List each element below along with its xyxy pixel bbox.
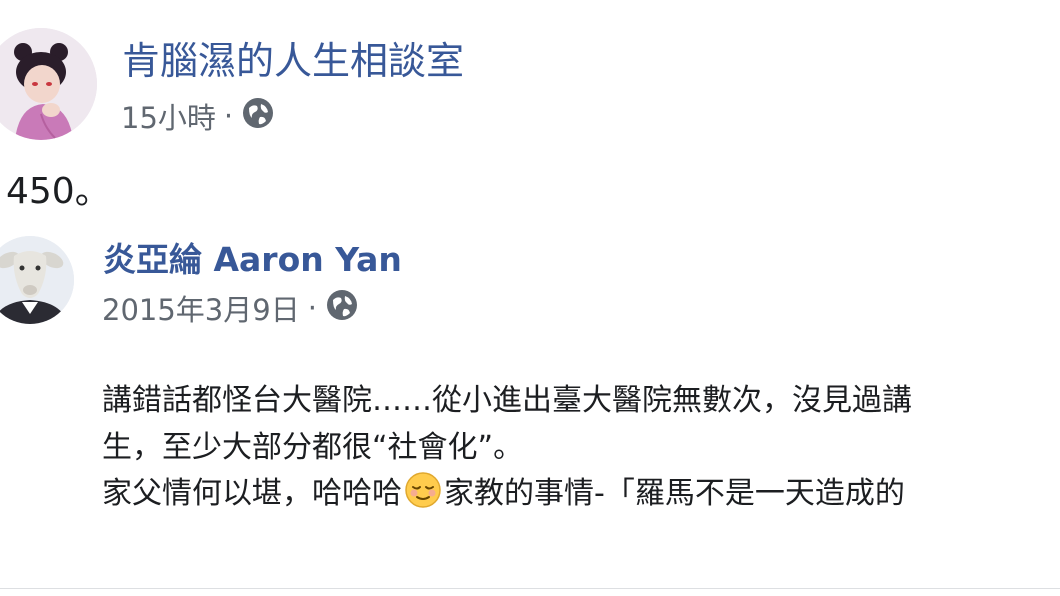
meta-separator: · xyxy=(307,291,317,325)
divider xyxy=(0,588,1060,589)
post-timestamp-link[interactable]: 15小時 xyxy=(121,95,216,137)
post-date-link[interactable]: 2015年3月9日 xyxy=(102,287,300,329)
post-meta: 2015年3月9日 · xyxy=(102,287,359,329)
page-name-link[interactable]: 肯腦濕的人生相談室 xyxy=(122,36,464,86)
post-text-segment: 家父情何以堪，哈哈哈 xyxy=(102,476,402,511)
animal-mask-avatar-icon xyxy=(0,236,74,324)
globe-icon[interactable] xyxy=(325,288,359,329)
post-text-line: 講錯話都怪台大醫院……從小進出臺大醫院無數次，沒見過講 xyxy=(102,383,912,418)
relieved-face-emoji-icon xyxy=(404,471,442,522)
cartoon-girl-avatar-icon xyxy=(0,28,97,140)
profile-name-link[interactable]: 炎亞綸 Aaron Yan xyxy=(103,237,402,283)
post-text: 450。 xyxy=(6,171,111,212)
post-text-line: 生，至少大部分都很“社會化”。 xyxy=(102,430,524,465)
profile-avatar[interactable] xyxy=(0,236,74,324)
post-text-segment: 家教的事情-「羅馬不是一天造成的 xyxy=(444,476,905,511)
post-text-line: 家父情何以堪，哈哈哈 家教的事情-「羅馬不是一天造成的 xyxy=(102,471,905,522)
post-meta: 15小時 · xyxy=(121,94,275,138)
globe-icon[interactable] xyxy=(241,96,275,137)
page-avatar[interactable] xyxy=(0,28,97,140)
meta-separator: · xyxy=(223,99,234,133)
